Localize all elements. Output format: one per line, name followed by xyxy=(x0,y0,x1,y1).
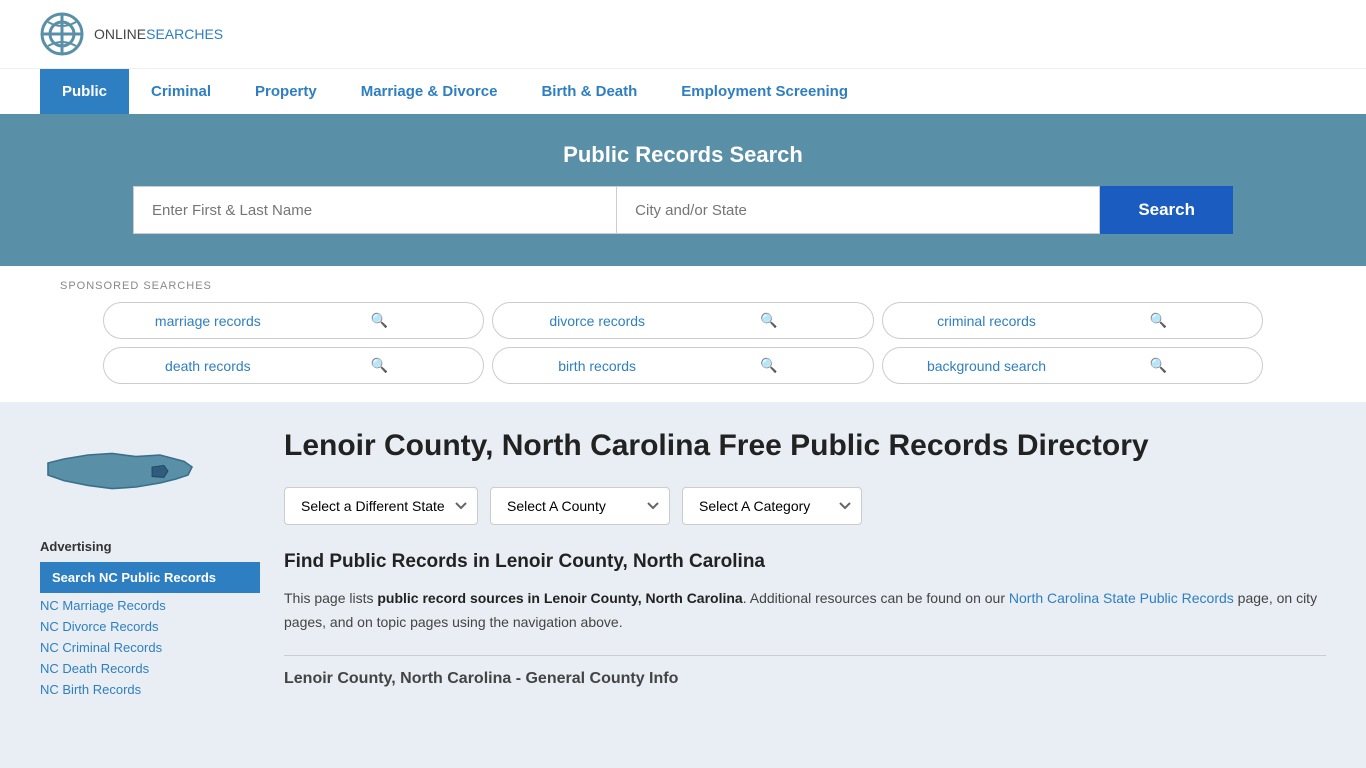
sponsored-text-birth: birth records xyxy=(511,358,683,374)
sponsored-item-marriage[interactable]: marriage records 🔍 xyxy=(103,302,484,339)
sponsored-item-criminal[interactable]: criminal records 🔍 xyxy=(882,302,1263,339)
section-divider xyxy=(284,655,1326,656)
logo-searches: SEARCHES xyxy=(146,26,223,42)
sidebar-ad-label: Advertising xyxy=(40,539,260,554)
sponsored-text-marriage: marriage records xyxy=(122,313,294,329)
name-input[interactable] xyxy=(133,186,616,234)
search-button[interactable]: Search xyxy=(1100,186,1233,234)
logo-text: ONLINESEARCHES xyxy=(94,26,223,42)
body-intro: This page lists xyxy=(284,590,377,606)
sidebar-link-4[interactable]: NC Birth Records xyxy=(40,679,260,700)
sponsored-text-divorce: divorce records xyxy=(511,313,683,329)
body-link[interactable]: North Carolina State Public Records xyxy=(1009,590,1234,606)
search-icon-criminal: 🔍 xyxy=(1072,312,1244,329)
sponsored-item-birth[interactable]: birth records 🔍 xyxy=(492,347,873,384)
nav-criminal[interactable]: Criminal xyxy=(129,69,233,114)
nav-birth-death[interactable]: Birth & Death xyxy=(519,69,659,114)
sidebar-link-1[interactable]: NC Divorce Records xyxy=(40,616,260,637)
body-bold: public record sources in Lenoir County, … xyxy=(377,590,742,606)
location-input[interactable] xyxy=(616,186,1100,234)
page-title: Lenoir County, North Carolina Free Publi… xyxy=(284,426,1326,465)
sponsored-item-divorce[interactable]: divorce records 🔍 xyxy=(492,302,873,339)
sponsored-section: SPONSORED SEARCHES marriage records 🔍 di… xyxy=(0,266,1366,402)
nav-property[interactable]: Property xyxy=(233,69,339,114)
sponsored-text-background: background search xyxy=(901,358,1073,374)
main-nav: Public Criminal Property Marriage & Divo… xyxy=(0,68,1366,114)
sponsored-text-criminal: criminal records xyxy=(901,313,1073,329)
header: ONLINESEARCHES xyxy=(0,0,1366,68)
search-icon-marriage: 🔍 xyxy=(294,312,466,329)
sidebar-map xyxy=(40,426,260,519)
state-dropdown[interactable]: Select a Different State xyxy=(284,487,478,525)
hero-title: Public Records Search xyxy=(40,142,1326,168)
body-middle: . Additional resources can be found on o… xyxy=(743,590,1009,606)
search-icon-divorce: 🔍 xyxy=(683,312,855,329)
nc-state-map xyxy=(40,426,200,516)
dropdown-row: Select a Different State Select A County… xyxy=(284,487,1326,525)
sponsored-text-death: death records xyxy=(122,358,294,374)
sponsored-grid: marriage records 🔍 divorce records 🔍 cri… xyxy=(83,302,1283,384)
county-dropdown[interactable]: Select A County xyxy=(490,487,670,525)
logo-online: ONLINE xyxy=(94,26,146,42)
logo: ONLINESEARCHES xyxy=(40,12,223,56)
main-content: Lenoir County, North Carolina Free Publi… xyxy=(284,426,1326,700)
sidebar-link-0[interactable]: NC Marriage Records xyxy=(40,595,260,616)
search-bar: Search xyxy=(133,186,1233,234)
nav-marriage-divorce[interactable]: Marriage & Divorce xyxy=(339,69,520,114)
section-subheader: Lenoir County, North Carolina - General … xyxy=(284,670,1326,688)
sponsored-label: SPONSORED SEARCHES xyxy=(40,280,1326,292)
find-title: Find Public Records in Lenoir County, No… xyxy=(284,551,1326,573)
sponsored-item-death[interactable]: death records 🔍 xyxy=(103,347,484,384)
sidebar: Advertising Search NC Public Records NC … xyxy=(40,426,260,700)
hero-section: Public Records Search Search xyxy=(0,114,1366,266)
search-icon-background: 🔍 xyxy=(1072,357,1244,374)
nav-employment[interactable]: Employment Screening xyxy=(659,69,870,114)
search-icon-birth: 🔍 xyxy=(683,357,855,374)
logo-icon xyxy=(40,12,84,56)
sponsored-item-background[interactable]: background search 🔍 xyxy=(882,347,1263,384)
body-text: This page lists public record sources in… xyxy=(284,587,1326,635)
sidebar-link-2[interactable]: NC Criminal Records xyxy=(40,637,260,658)
main-area: Advertising Search NC Public Records NC … xyxy=(0,402,1366,724)
sidebar-link-3[interactable]: NC Death Records xyxy=(40,658,260,679)
nav-public[interactable]: Public xyxy=(40,69,129,114)
search-icon-death: 🔍 xyxy=(294,357,466,374)
sidebar-ad-item[interactable]: Search NC Public Records xyxy=(40,562,260,593)
category-dropdown[interactable]: Select A Category xyxy=(682,487,862,525)
